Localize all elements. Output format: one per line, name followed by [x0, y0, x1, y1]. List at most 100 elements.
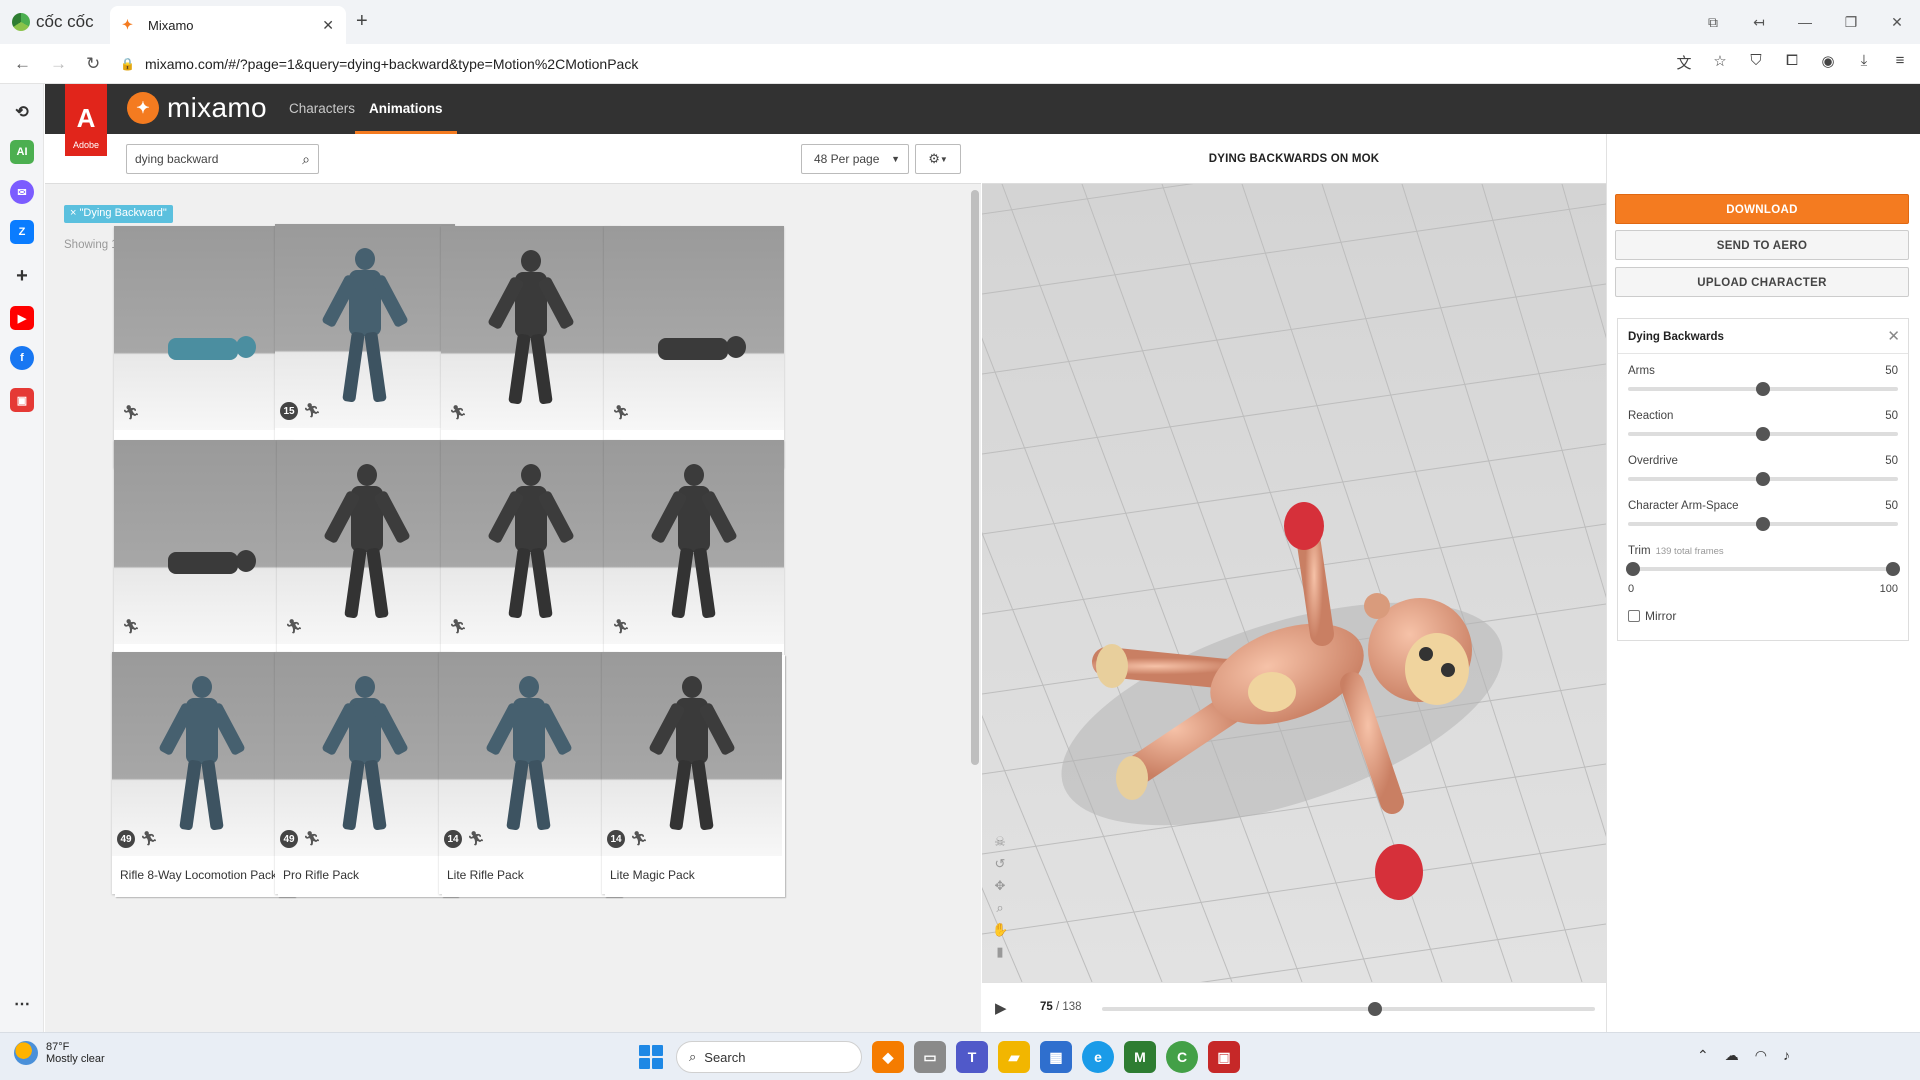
back-button[interactable]: ← [14, 54, 31, 74]
app-icon-window[interactable]: ▭ [914, 1041, 946, 1073]
upload-character-button[interactable]: UPLOAD CHARACTER [1615, 267, 1909, 297]
minimize-button[interactable]: — [1782, 14, 1828, 30]
mixamo-logo[interactable]: ✦ mixamo [127, 92, 267, 124]
camera-icon[interactable]: ▮ [992, 944, 1008, 960]
add-icon[interactable]: + [10, 264, 34, 288]
per-page-select[interactable]: 48 Per page ▼ [801, 144, 909, 174]
animation-card[interactable]: 49 🏃︎ Pro Rifle Pack [275, 652, 455, 894]
store-icon[interactable]: ▦ [1040, 1041, 1072, 1073]
history-icon[interactable]: ⟲ [10, 100, 34, 124]
search-input[interactable] [135, 152, 303, 166]
animation-card[interactable]: 🏃︎Falling Back Death [277, 440, 457, 682]
animation-card[interactable]: 49 🏃︎ Rifle 8-Way Locomotion Pack [112, 652, 292, 894]
nav-animations[interactable]: Animations [355, 84, 457, 134]
chevron-up-icon[interactable]: ⌃ [1697, 1047, 1709, 1064]
file-explorer-icon[interactable]: ▰ [998, 1041, 1030, 1073]
download-icon[interactable]: ⤓ [1854, 52, 1874, 73]
reaction-slider[interactable] [1628, 427, 1898, 441]
forward-button[interactable]: → [50, 54, 67, 74]
coccoc-taskbar-icon[interactable]: C [1166, 1041, 1198, 1073]
maximize-button[interactable]: ❐ [1828, 14, 1874, 31]
arms-slider[interactable] [1628, 382, 1898, 396]
animation-card[interactable]: 14 🏃︎ Lite Rifle Pack [439, 652, 619, 894]
adobe-logo[interactable]: A Adobe [65, 84, 107, 156]
animation-card[interactable]: 🏃︎Standing Death Backward 01 [604, 440, 784, 682]
taskbar-search[interactable]: ⌕ Search [676, 1041, 862, 1073]
start-button[interactable] [636, 1042, 666, 1072]
profile-icon[interactable]: ◉ [1818, 52, 1838, 73]
animation-thumbnail[interactable]: 🏃︎ [277, 440, 457, 644]
close-window-button[interactable]: ✕ [1874, 14, 1920, 31]
teams-icon[interactable]: T [956, 1041, 988, 1073]
mirror-toggle[interactable]: Mirror [1628, 609, 1676, 623]
maps-icon[interactable]: M [1124, 1041, 1156, 1073]
wifi-icon[interactable]: ◠ [1755, 1047, 1767, 1064]
back-arrow-icon[interactable]: ↤ [1736, 14, 1782, 31]
new-tab-button[interactable]: + [356, 10, 368, 33]
zalo-icon[interactable]: Z [10, 220, 34, 244]
animation-thumbnail[interactable]: 14 🏃︎ [602, 652, 782, 856]
timeline-slider[interactable] [1102, 1002, 1595, 1016]
download-button[interactable]: DOWNLOAD [1615, 194, 1909, 224]
url-field[interactable]: 🔒 mixamo.com/#/?page=1&query=dying+backw… [120, 50, 1650, 78]
animation-thumbnail[interactable]: 15 🏃︎ [275, 224, 455, 428]
screenshot-icon[interactable]: ⧉ [1690, 14, 1736, 31]
app-icon-generic[interactable]: ◆ [872, 1041, 904, 1073]
tab-close-icon[interactable]: ✕ [322, 17, 334, 34]
overdrive-slider[interactable] [1628, 472, 1898, 486]
timeline-knob[interactable] [1368, 1002, 1383, 1016]
arm-space-slider[interactable] [1628, 517, 1898, 531]
arms-slider-knob[interactable] [1756, 382, 1770, 396]
reaction-slider-knob[interactable] [1756, 427, 1770, 441]
pan-icon[interactable]: ✥ [992, 878, 1008, 894]
animation-thumbnail[interactable]: 49 🏃︎ [275, 652, 455, 856]
results-scrollbar[interactable] [971, 190, 979, 765]
animation-card[interactable]: 🏃︎Standing Death Backward 01 [604, 226, 784, 468]
search-icon[interactable]: ⌕ [302, 151, 310, 168]
animation-thumbnail[interactable]: 🏃︎ [441, 226, 621, 430]
animation-thumbnail[interactable]: 🏃︎ [604, 440, 784, 644]
overdrive-slider-knob[interactable] [1756, 472, 1770, 486]
weather-widget[interactable]: 87°F Mostly clear [14, 1041, 105, 1065]
arm-space-slider-knob[interactable] [1756, 517, 1770, 531]
more-icon[interactable]: ⋯ [10, 992, 34, 1016]
ai-icon[interactable]: AI [10, 140, 34, 164]
send-to-aero-button[interactable]: SEND TO AERO [1615, 230, 1909, 260]
animation-card[interactable]: 🏃︎Falling Back Death [441, 226, 621, 468]
filter-tag[interactable]: × "Dying Backward" [64, 205, 173, 223]
animation-thumbnail[interactable]: 🏃︎ [114, 440, 294, 644]
bookmark-star-icon[interactable]: ☆ [1710, 52, 1730, 73]
facebook-icon[interactable]: f [10, 346, 34, 370]
animation-thumbnail[interactable]: 🏃︎ [604, 226, 784, 430]
youtube-icon[interactable]: ▶ [10, 306, 34, 330]
close-icon[interactable]: ✕ [1887, 327, 1900, 345]
translate-icon[interactable]: 文 [1674, 52, 1694, 73]
reload-button[interactable]: ↻ [86, 54, 100, 74]
menu-icon[interactable]: ≡ [1890, 52, 1910, 73]
trim-start-knob[interactable] [1626, 562, 1641, 576]
animation-card[interactable]: 15🏃︎Shooter Pack [275, 224, 455, 466]
hand-icon[interactable]: ✋ [992, 922, 1008, 938]
edge-icon[interactable]: e [1082, 1041, 1114, 1073]
trim-slider[interactable] [1626, 562, 1900, 576]
animation-thumbnail[interactable]: 14 🏃︎ [439, 652, 619, 856]
mirror-checkbox[interactable] [1628, 610, 1640, 622]
rotate-icon[interactable]: ↺ [992, 856, 1008, 872]
animation-thumbnail[interactable]: 49 🏃︎ [112, 652, 292, 856]
play-icon[interactable]: ▶ [995, 999, 1007, 1017]
animation-card[interactable]: 🏃︎Standing React Death [441, 440, 621, 682]
url-text[interactable]: mixamo.com/#/?page=1&query=dying+backwar… [145, 56, 638, 72]
app-icon-red[interactable]: ▣ [1208, 1041, 1240, 1073]
animation-card[interactable]: 🏃︎Flying Back Death [114, 440, 294, 682]
shield-icon[interactable]: ⛉ [1746, 52, 1766, 73]
zoom-icon[interactable]: ⌕ [992, 900, 1008, 916]
skeleton-icon[interactable]: ☠ [992, 834, 1008, 850]
animation-thumbnail[interactable]: 🏃︎ [441, 440, 621, 644]
shopping-icon[interactable]: ▣ [10, 388, 34, 412]
animation-card[interactable]: 14 🏃︎ Lite Magic Pack [602, 652, 782, 894]
trim-end-knob[interactable] [1885, 562, 1900, 576]
search-field[interactable]: ⌕ [126, 144, 319, 174]
animation-card[interactable]: 🏃︎Dying Backwards [114, 226, 294, 468]
extensions-icon[interactable]: ⧠ [1782, 52, 1802, 73]
view-settings-button[interactable]: ⚙ ▼ [915, 144, 961, 174]
